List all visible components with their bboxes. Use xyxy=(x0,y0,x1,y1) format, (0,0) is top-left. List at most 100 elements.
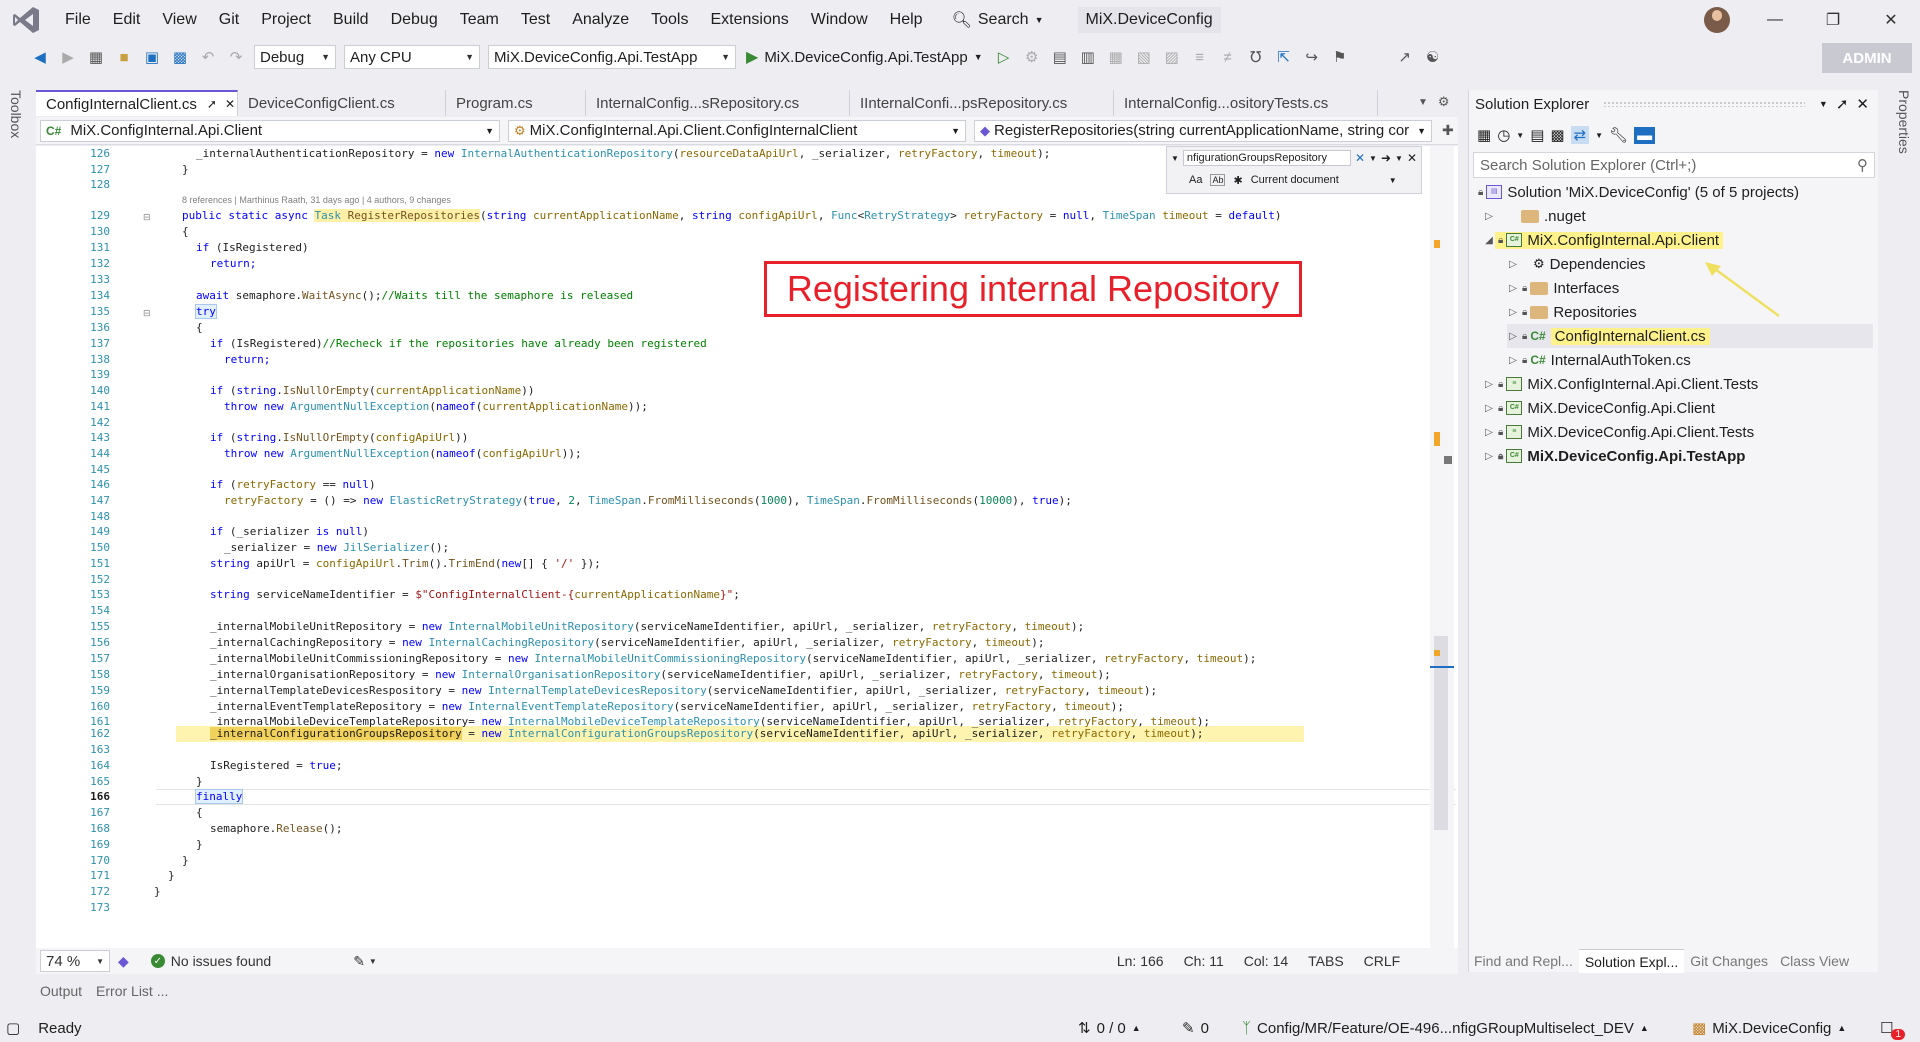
expand-icon[interactable]: ▷ xyxy=(1507,355,1519,366)
tree-item-deviceconfig-testapp[interactable]: ▷ 🔒︎ C# MiX.DeviceConfig.Api.TestApp xyxy=(1483,444,1745,468)
regex-icon[interactable]: ✱ xyxy=(1233,174,1242,187)
tree-item-internalauthtoken-cs[interactable]: ▷ 🔒︎ C# InternalAuthToken.cs xyxy=(1507,348,1691,372)
comment-icon[interactable]: ≠ xyxy=(1217,46,1239,68)
tree-item-deviceconfig-client-tests[interactable]: ▷ 🔒︎ ≡ MiX.DeviceConfig.Api.Client.Tests xyxy=(1483,420,1754,444)
clear-search-icon[interactable]: ✕ xyxy=(1355,151,1365,165)
tab-solution-explorer[interactable]: Solution Expl... xyxy=(1578,949,1685,973)
tab-class-view[interactable]: Class View xyxy=(1774,949,1855,973)
chevron-down-icon[interactable]: ▼ xyxy=(1516,131,1524,140)
collapse-all-icon[interactable]: ▤ xyxy=(1530,126,1544,144)
switch-views-icon[interactable]: ▦ xyxy=(1477,126,1491,144)
collapse-toggle-icon[interactable]: ⊟ xyxy=(143,212,151,223)
tree-item-nuget[interactable]: ▷ .nuget xyxy=(1483,204,1586,228)
close-find-icon[interactable]: ✕ xyxy=(1407,151,1417,165)
undo-icon[interactable]: ↶ xyxy=(197,46,219,68)
expand-icon[interactable]: ▷ xyxy=(1507,307,1519,318)
menu-debug[interactable]: Debug xyxy=(380,11,449,29)
live-share-icon[interactable]: ☯ xyxy=(1422,46,1444,68)
grid-icon[interactable]: ▦ xyxy=(1105,46,1127,68)
expand-icon[interactable]: ▷ xyxy=(1507,259,1519,270)
search-scope[interactable]: Current document xyxy=(1251,174,1381,186)
branch-status[interactable]: ᛉ Config/MR/Feature/OE-496...nfigGRoupMu… xyxy=(1242,1014,1649,1042)
col-indicator[interactable]: Col: 14 xyxy=(1244,953,1288,969)
menu-file[interactable]: File xyxy=(54,11,102,29)
platform-select[interactable]: Any CPU ▼ xyxy=(344,45,480,69)
tab-repositorytests[interactable]: InternalConfig...ositoryTests.cs xyxy=(1114,90,1378,116)
menu-edit[interactable]: Edit xyxy=(102,11,152,29)
back-icon[interactable]: ◀ xyxy=(29,46,51,68)
save-icon[interactable]: ▣ xyxy=(141,46,163,68)
avatar[interactable] xyxy=(1704,7,1730,33)
zoom-select[interactable]: 74 % ▼ xyxy=(40,950,110,972)
run-button[interactable]: ▶ MiX.DeviceConfig.Api.TestApp ▼ xyxy=(746,47,983,67)
chevron-down-icon[interactable]: ▼ xyxy=(369,957,377,966)
repo-status[interactable]: ▩ MiX.DeviceConfig ▲ xyxy=(1692,1014,1846,1042)
restore-icon[interactable]: ❐ xyxy=(1808,0,1858,40)
menu-extensions[interactable]: Extensions xyxy=(699,11,799,29)
tab-git-changes[interactable]: Git Changes xyxy=(1684,949,1774,973)
tab-error-list[interactable]: Error List ... xyxy=(96,983,168,999)
menu-window[interactable]: Window xyxy=(800,11,879,29)
redo-icon[interactable]: ↷ xyxy=(225,46,247,68)
menu-tools[interactable]: Tools xyxy=(640,11,699,29)
chevron-down-icon[interactable]: ▼ xyxy=(1819,99,1828,109)
forward-icon[interactable]: ▶ xyxy=(57,46,79,68)
open-folder-icon[interactable]: ■ xyxy=(113,46,135,68)
pending-changes[interactable]: ✎ 0 xyxy=(1182,1014,1209,1042)
settings-icon[interactable]: ⚙ xyxy=(1438,94,1450,110)
editor-scrollbar[interactable] xyxy=(1430,146,1454,949)
admin-badge[interactable]: ADMIN xyxy=(1822,43,1912,73)
menu-help[interactable]: Help xyxy=(879,11,934,29)
tab-output[interactable]: Output xyxy=(40,983,82,999)
expand-icon[interactable]: ▷ xyxy=(1483,451,1495,462)
find-options-icon[interactable]: ▼ xyxy=(1369,154,1377,163)
menu-test[interactable]: Test xyxy=(510,11,561,29)
member-dropdown[interactable]: ◆ RegisterRepositories(string currentAppl… xyxy=(974,119,1432,142)
collapse-toggle-icon[interactable]: ⊟ xyxy=(143,308,151,319)
bookmark-icon[interactable]: ⚑ xyxy=(1329,46,1351,68)
chevron-down-icon[interactable]: ▼ xyxy=(1389,176,1397,185)
table-icon[interactable]: ▨ xyxy=(1161,46,1183,68)
browse-icon[interactable]: ▤ xyxy=(1049,46,1071,68)
collapse-icon[interactable]: ◢ xyxy=(1483,235,1495,246)
char-indicator[interactable]: Ch: 11 xyxy=(1184,953,1224,969)
code-cleanup-icon[interactable]: ✎ xyxy=(353,953,365,970)
eol-indicator[interactable]: CRLF xyxy=(1364,953,1401,969)
type-dropdown[interactable]: ⚙ MiX.ConfigInternal.Api.Client.ConfigInt… xyxy=(508,119,966,142)
line-indicator[interactable]: Ln: 166 xyxy=(1117,953,1164,969)
output-icon[interactable]: ▢ xyxy=(6,1019,20,1037)
pin-icon[interactable]: ➚ xyxy=(207,97,217,111)
codelens[interactable]: 8 references | Marthinus Raath, 31 days … xyxy=(182,193,451,209)
expand-icon[interactable]: ▷ xyxy=(1483,379,1495,390)
tree-item-dependencies[interactable]: ▷ ⚙ Dependencies xyxy=(1507,252,1645,276)
share-icon[interactable]: ↗ xyxy=(1394,46,1416,68)
tree-item-configinternal-tests[interactable]: ▷ 🔒︎ ≡ MiX.ConfigInternal.Api.Client.Tes… xyxy=(1483,372,1758,396)
show-all-files-icon[interactable]: ▩ xyxy=(1550,126,1564,144)
expand-icon[interactable]: ▷ xyxy=(1507,283,1519,294)
properties-tab[interactable]: Properties xyxy=(1896,90,1912,154)
tree-item-interfaces[interactable]: ▷ 🔒︎ Interfaces xyxy=(1507,276,1619,300)
minimize-icon[interactable]: — xyxy=(1750,0,1800,40)
tree-item-deviceconfig-client[interactable]: ▷ 🔒︎ C# MiX.DeviceConfig.Api.Client xyxy=(1483,396,1715,420)
match-case-toggle[interactable]: Aa xyxy=(1189,174,1202,186)
tab-program[interactable]: Program.cs xyxy=(446,90,586,116)
project-dropdown[interactable]: C# MiX.ConfigInternal.Api.Client ▼ xyxy=(40,119,500,142)
find-next-icon[interactable]: ➜ xyxy=(1381,151,1391,165)
tab-internalconfigrepository[interactable]: InternalConfig...sRepository.cs xyxy=(586,90,850,116)
save-all-icon[interactable]: ▩ xyxy=(169,46,191,68)
expand-icon[interactable]: ▷ xyxy=(1483,403,1495,414)
step-icon[interactable]: ↪ xyxy=(1301,46,1323,68)
menu-build[interactable]: Build xyxy=(322,11,380,29)
preview-icon[interactable]: ▬ xyxy=(1634,126,1656,144)
select-icon[interactable]: ⇱ xyxy=(1273,46,1295,68)
properties-icon[interactable]: 🔧︎ xyxy=(1609,126,1628,144)
expand-icon[interactable]: ▷ xyxy=(1507,331,1519,342)
issues-status[interactable]: No issues found xyxy=(171,953,271,969)
toolbox-tab[interactable]: Toolbox xyxy=(8,90,24,138)
tab-deviceconfigclient[interactable]: DeviceConfigClient.cs xyxy=(238,90,446,116)
menu-team[interactable]: Team xyxy=(449,11,510,29)
layout-icon[interactable]: ▥ xyxy=(1077,46,1099,68)
menu-view[interactable]: View xyxy=(151,11,207,29)
close-icon[interactable]: ✕ xyxy=(1866,0,1916,40)
spell-icon[interactable]: ℧ xyxy=(1245,46,1267,68)
